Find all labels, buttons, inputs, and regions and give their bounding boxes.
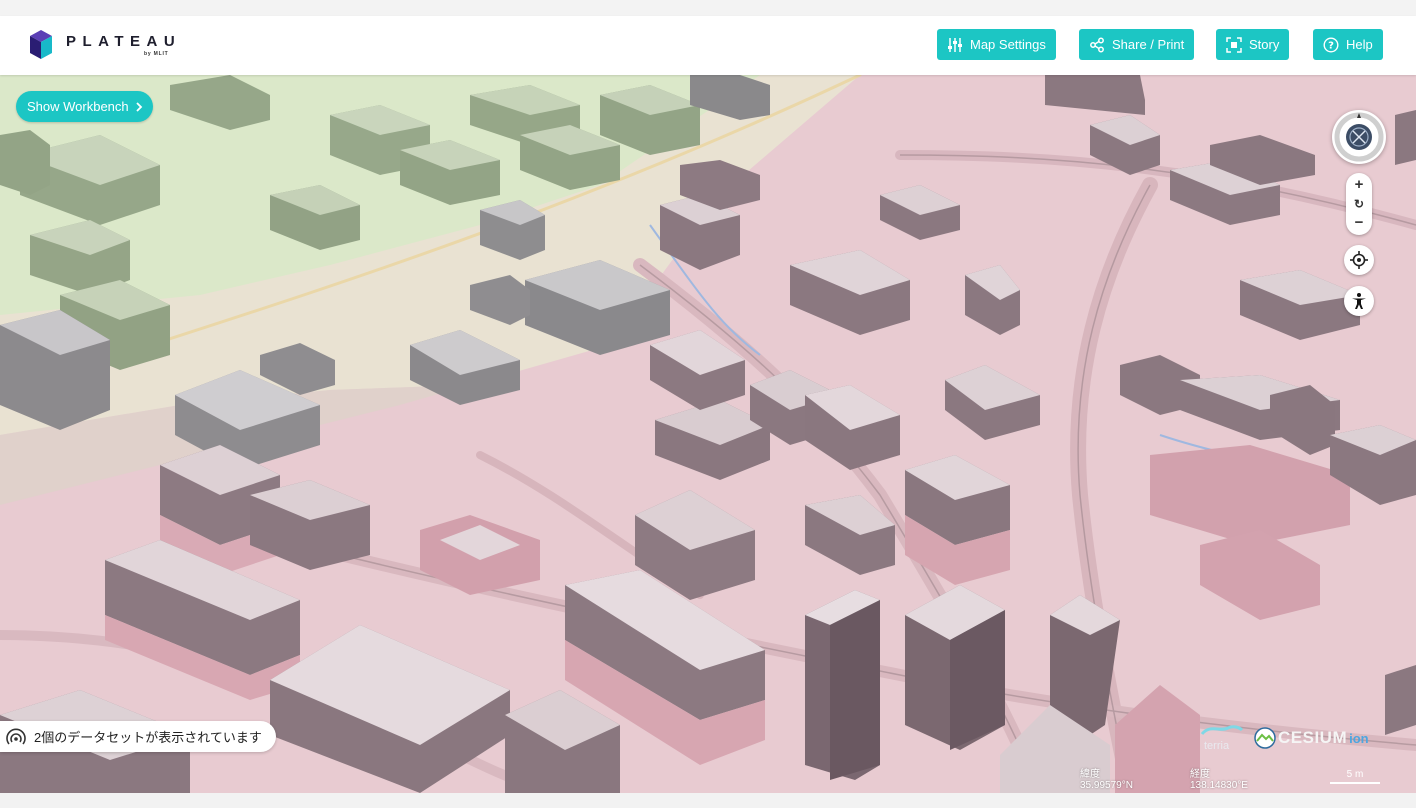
story-button[interactable]: Story: [1216, 29, 1290, 60]
top-strip: [0, 0, 1416, 17]
chevron-right-icon: [136, 101, 142, 112]
plateau-cube-icon: [30, 30, 52, 59]
svg-text:?: ?: [1328, 40, 1334, 51]
zoom-control: + ↻ −: [1346, 173, 1372, 235]
zoom-in-button[interactable]: +: [1346, 176, 1372, 194]
share-print-button[interactable]: Share / Print: [1079, 29, 1195, 60]
compass-icon: [1334, 112, 1384, 162]
show-workbench-label: Show Workbench: [27, 99, 129, 114]
terria-logo[interactable]: terria: [1200, 724, 1244, 752]
ion-wordmark: ion: [1349, 730, 1369, 746]
scale-line: [1330, 782, 1380, 784]
zoom-out-button[interactable]: −: [1346, 214, 1372, 232]
datasets-label: 2個のデータセットが表示されています: [34, 730, 262, 745]
map-settings-button[interactable]: Map Settings: [937, 29, 1056, 60]
terria-wave-icon: terria: [1200, 725, 1244, 752]
help-label: Help: [1346, 37, 1373, 52]
scale-label: 5 m: [1346, 769, 1364, 780]
cesium-icon: [1254, 727, 1276, 749]
bottom-strip: [0, 793, 1416, 808]
cesium-wordmark: CESIUM: [1278, 728, 1348, 747]
latitude-value: 35.99579°N: [1080, 780, 1133, 791]
crosshair-icon: [1350, 251, 1368, 269]
sliders-icon: [948, 37, 962, 52]
broadcast-icon: [6, 728, 26, 745]
plateau-logo[interactable]: PLATEAU by MLIT: [28, 27, 188, 65]
story-focus-icon: [1226, 36, 1242, 53]
locate-button[interactable]: [1344, 245, 1374, 275]
cesium-ion-logo[interactable]: CESIUM ion: [1254, 727, 1369, 749]
accessibility-button[interactable]: [1344, 286, 1374, 316]
compass-control[interactable]: [1332, 110, 1386, 164]
terria-label: terria: [1204, 740, 1230, 752]
show-workbench-button[interactable]: Show Workbench: [16, 91, 153, 122]
app-header: PLATEAU by MLIT Map Settings Share / Pri…: [0, 16, 1416, 75]
logo-wordmark: PLATEAU: [66, 33, 182, 50]
latitude-readout: 緯度 35.99579°N: [1080, 769, 1133, 791]
3d-map-viewport[interactable]: [0, 75, 1416, 793]
reset-view-button[interactable]: ↻: [1346, 195, 1372, 213]
share-icon: [1090, 37, 1104, 52]
help-circle-icon: ?: [1323, 36, 1339, 53]
datasets-indicator[interactable]: 2個のデータセットが表示されています: [0, 721, 276, 752]
longitude-readout: 経度 138.14830°E: [1190, 769, 1248, 791]
longitude-value: 138.14830°E: [1190, 780, 1248, 791]
latitude-label: 緯度: [1080, 769, 1100, 780]
longitude-label: 経度: [1190, 769, 1210, 780]
accessibility-icon: [1352, 293, 1366, 309]
scale-bar: 5 m: [1330, 769, 1380, 784]
share-print-label: Share / Print: [1112, 37, 1185, 52]
city-scene: [0, 75, 1416, 793]
story-label: Story: [1249, 37, 1280, 52]
help-button[interactable]: ? Help: [1313, 29, 1383, 60]
map-settings-label: Map Settings: [970, 37, 1046, 52]
logo-byline: by MLIT: [144, 51, 169, 57]
